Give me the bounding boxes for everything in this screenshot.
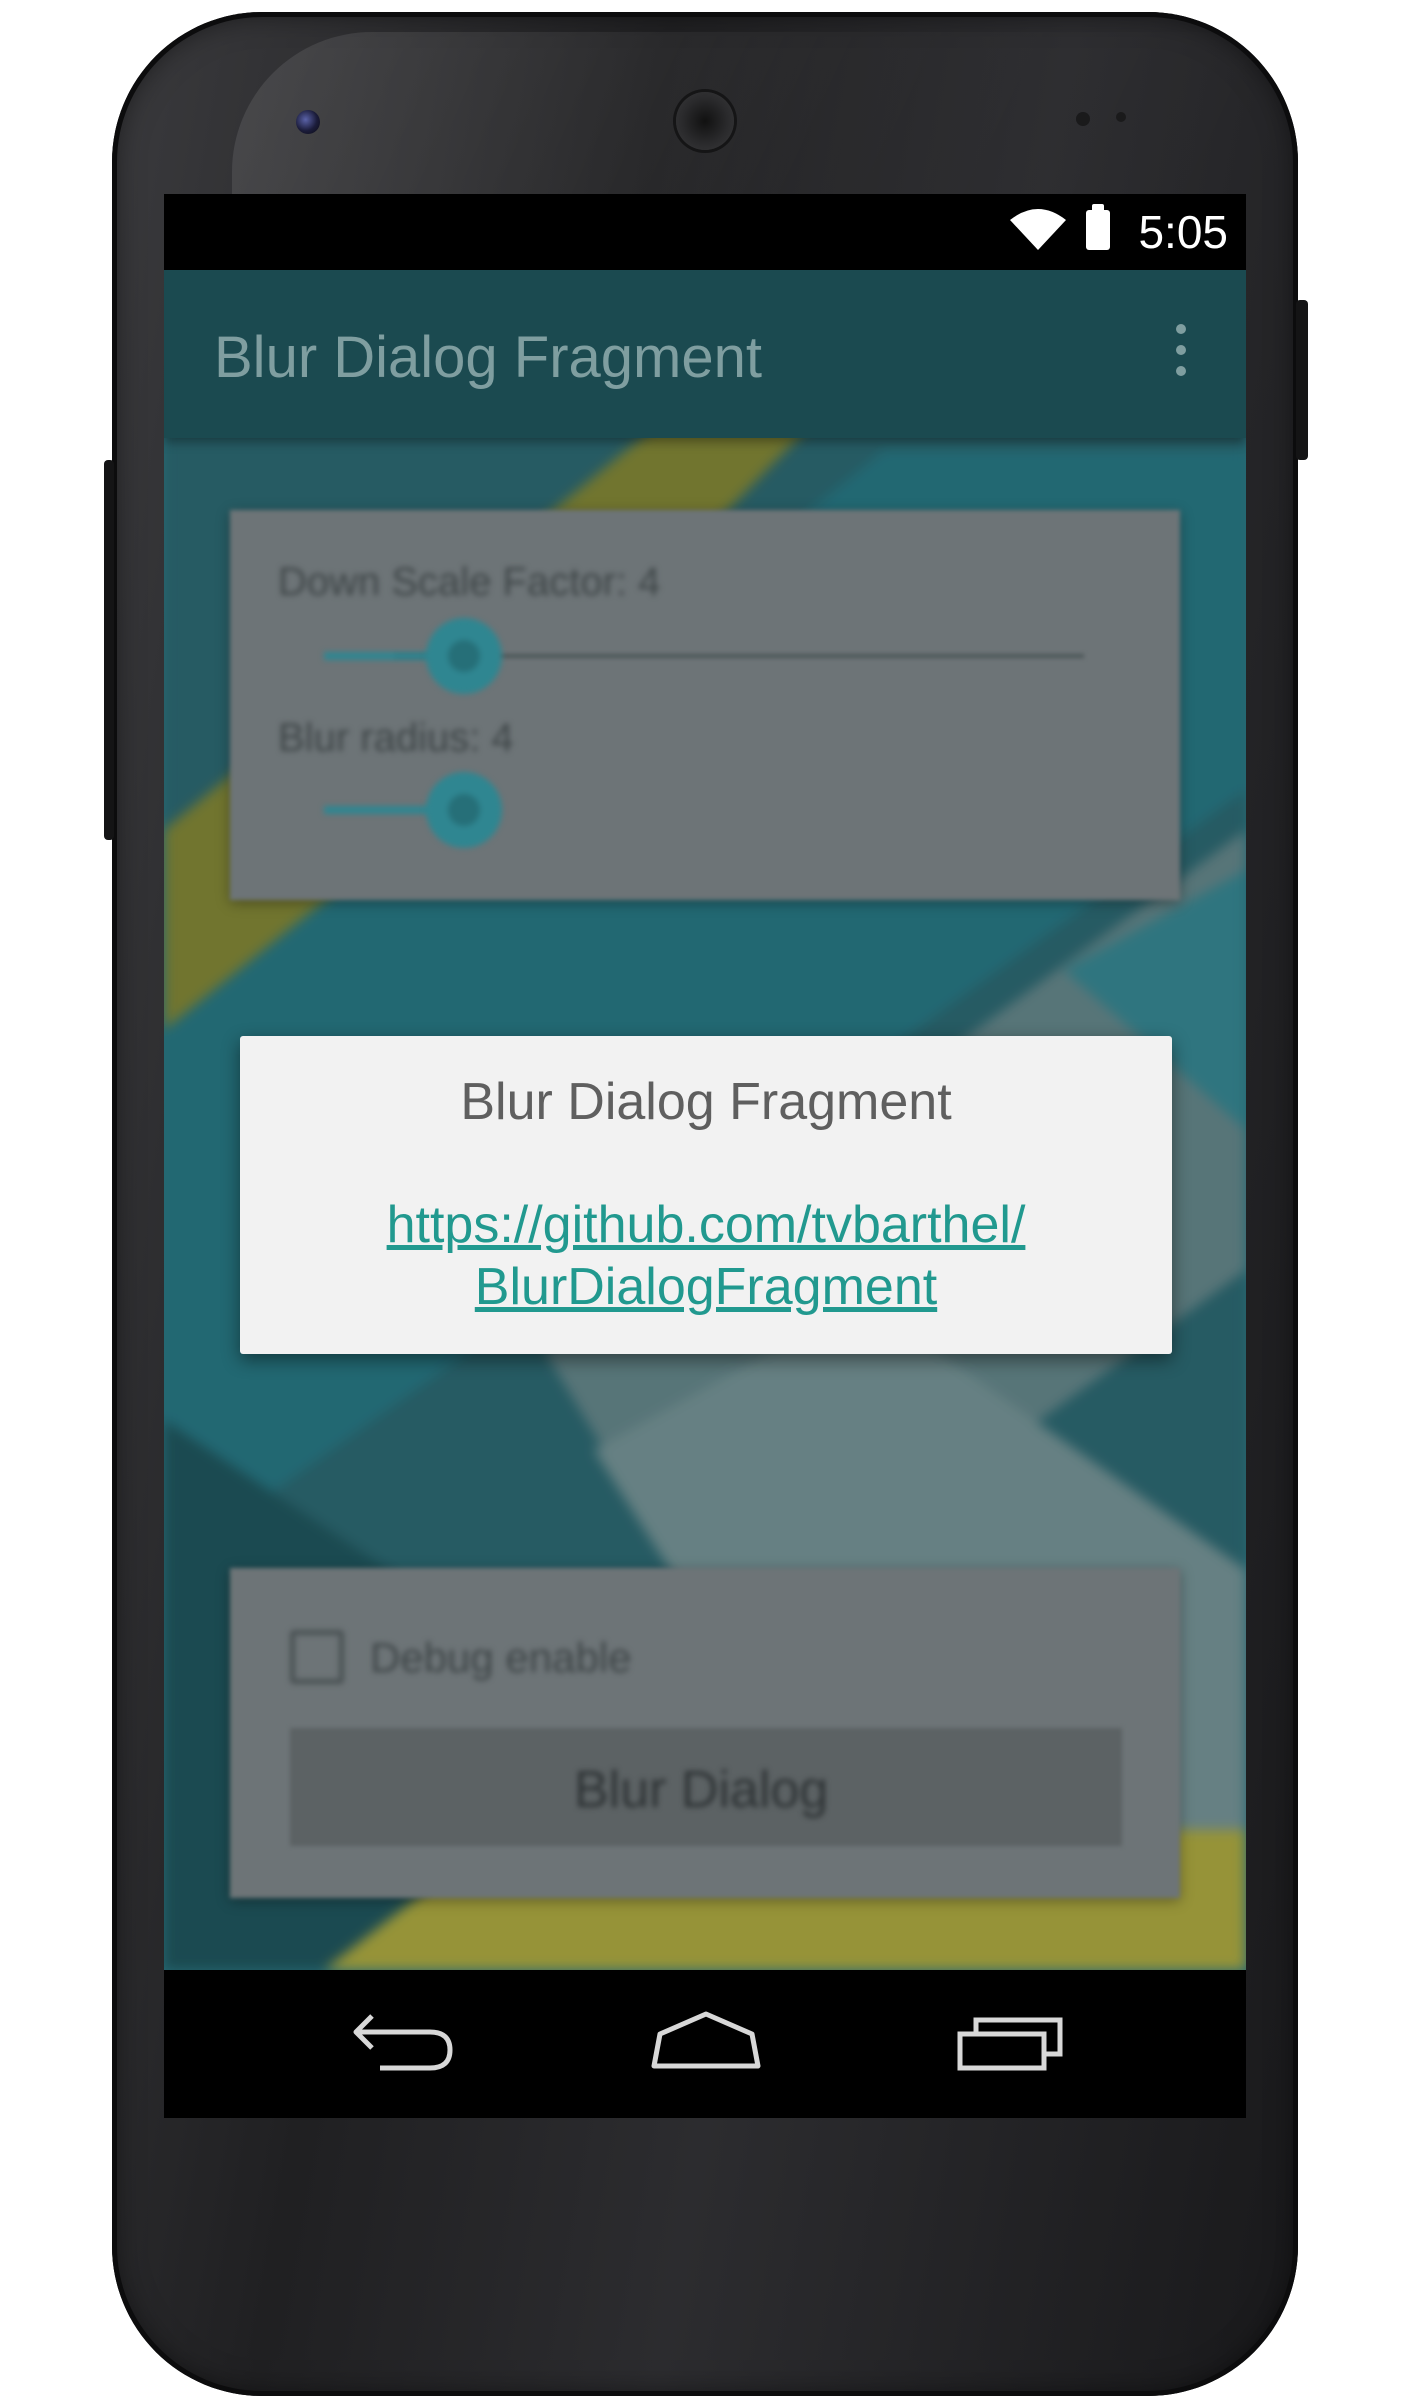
app-title: Blur Dialog Fragment (214, 325, 762, 390)
wifi-icon (1010, 209, 1066, 250)
debug-checkbox-label: Debug enable (370, 1634, 632, 1681)
power-button (1296, 300, 1308, 460)
github-link-line-1[interactable]: https://github.com/tvbarthel/ (240, 1194, 1172, 1256)
status-bar: 5:05 (164, 194, 1246, 270)
down-scale-slider-thumb[interactable] (426, 618, 502, 694)
github-link-line-2[interactable]: BlurDialogFragment (240, 1256, 1172, 1318)
blur-radius-label: Blur radius: 4 (278, 716, 514, 760)
about-dialog: Blur Dialog Fragment https://github.com/… (240, 1036, 1172, 1354)
app-content: Blur Dialog Fragment Down Scale Factor: … (164, 270, 1246, 1970)
overflow-menu-icon[interactable] (1174, 324, 1188, 384)
status-time: 5:05 (1138, 206, 1228, 258)
light-sensor (1116, 112, 1126, 122)
debug-checkbox[interactable] (290, 1630, 344, 1684)
proximity-sensor (1076, 112, 1090, 126)
back-icon[interactable] (350, 2010, 456, 2074)
recents-icon[interactable] (956, 2010, 1068, 2074)
blur-dialog-button-label: Blur Dialog (574, 1761, 829, 1819)
navigation-bar (164, 1970, 1246, 2118)
action-bar: Blur Dialog Fragment (164, 270, 1246, 438)
blur-radius-slider-thumb[interactable] (426, 772, 502, 848)
front-camera-icon (296, 110, 320, 134)
battery-icon (1086, 204, 1110, 250)
down-scale-label: Down Scale Factor: 4 (278, 560, 661, 604)
dialog-title: Blur Dialog Fragment (460, 1073, 952, 1131)
phone-screen: 5:05 Blur Dialog Fragment Down Scale Fac… (164, 194, 1246, 2118)
volume-button (104, 460, 114, 840)
github-link[interactable]: https://github.com/tvbarthel/ BlurDialog… (240, 1194, 1172, 1318)
speaker-grille (676, 92, 734, 150)
home-icon[interactable] (650, 2010, 762, 2074)
